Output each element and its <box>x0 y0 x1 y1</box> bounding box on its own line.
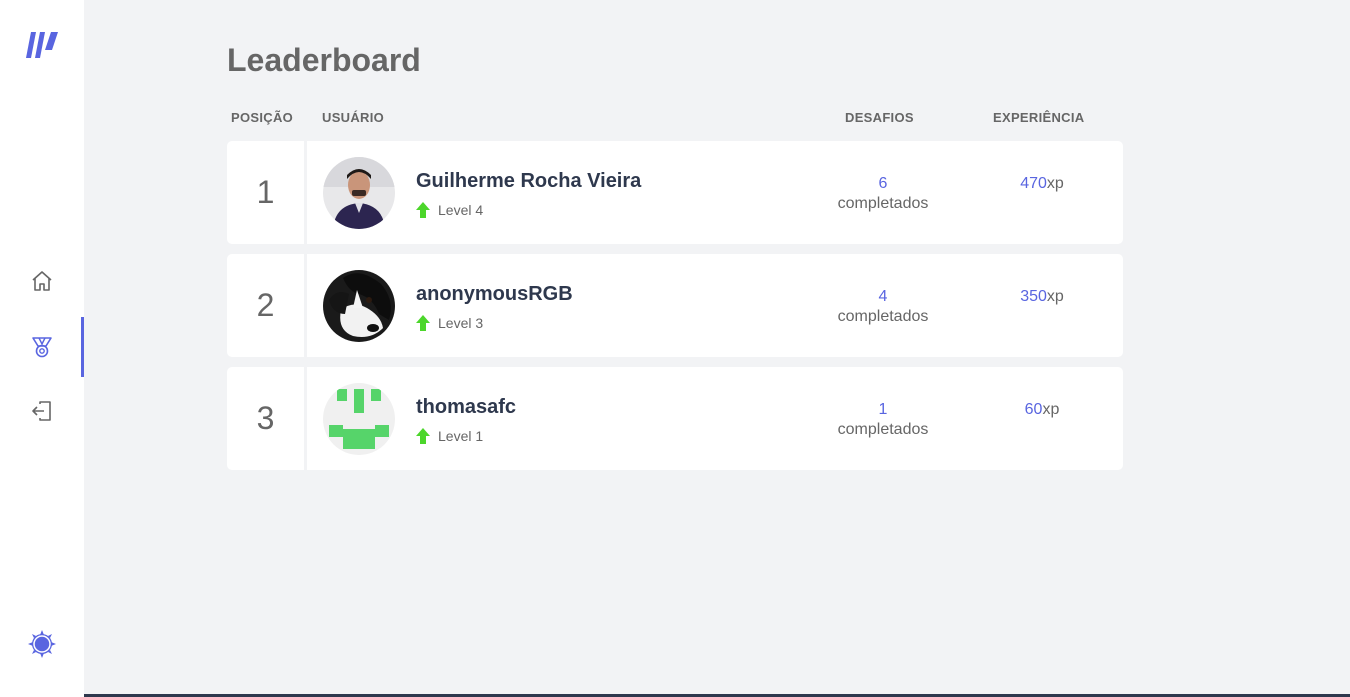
page-title: Leaderboard <box>227 42 421 78</box>
theme-toggle-icon <box>28 630 56 658</box>
experience-cell: 350xp <box>967 287 1117 307</box>
challenges-suffix: completados <box>837 195 929 212</box>
challenges-suffix: completados <box>837 421 929 438</box>
xp-suffix: xp <box>1042 401 1060 418</box>
row-position: 3 <box>227 367 304 470</box>
user-level: Level 1 <box>416 428 483 444</box>
theme-toggle[interactable] <box>27 629 57 659</box>
challenges-suffix: completados <box>837 308 929 325</box>
sidebar-item-logout[interactable] <box>0 381 84 441</box>
table-header: POSIÇÃO USUÁRIO DESAFIOS EXPERIÊNCIA <box>227 110 1123 126</box>
level-label: Level 3 <box>438 315 484 331</box>
xp-value: 350 <box>1020 288 1047 305</box>
challenges-cell: 6 completados <box>808 174 958 214</box>
user-name: anonymousRGB <box>416 283 573 305</box>
logo <box>25 30 59 60</box>
challenges-cell: 4 completados <box>808 287 958 327</box>
sidebar-item-home[interactable] <box>0 251 84 311</box>
table-row: 3 thomasafc Level 1 1 completados 60xp <box>227 367 1123 470</box>
challenges-cell: 1 completados <box>808 400 958 440</box>
xp-value: 470 <box>1020 175 1047 192</box>
xp-suffix: xp <box>1046 175 1064 192</box>
level-up-icon <box>416 428 430 444</box>
user-level: Level 3 <box>416 315 483 331</box>
xp-suffix: xp <box>1046 288 1064 305</box>
experience-cell: 60xp <box>967 400 1117 420</box>
avatar <box>323 270 395 342</box>
challenges-count: 4 <box>878 288 888 305</box>
level-up-icon <box>416 202 430 218</box>
challenges-count: 6 <box>878 175 888 192</box>
row-body: Guilherme Rocha Vieira Level 4 6 complet… <box>307 141 1123 244</box>
sidebar <box>0 0 84 697</box>
table-row: 2 anonymousRGB Level 3 4 completados 350… <box>227 254 1123 357</box>
row-position: 2 <box>227 254 304 357</box>
experience-cell: 470xp <box>967 174 1117 194</box>
header-experience: EXPERIÊNCIA <box>993 110 1085 125</box>
level-label: Level 4 <box>438 202 484 218</box>
sidebar-item-leaderboard[interactable] <box>0 317 84 377</box>
user-name: thomasafc <box>416 396 517 418</box>
challenges-count: 1 <box>878 401 888 418</box>
user-name: Guilherme Rocha Vieira <box>416 170 642 192</box>
user-level: Level 4 <box>416 202 483 218</box>
avatar <box>323 383 395 455</box>
medal-icon <box>32 337 52 358</box>
header-user: USUÁRIO <box>322 110 385 125</box>
xp-value: 60 <box>1024 401 1043 418</box>
active-indicator <box>81 317 84 377</box>
level-up-icon <box>416 315 430 331</box>
table-row: 1 Guilherme Rocha Vieira Level 4 6 compl… <box>227 141 1123 244</box>
row-body: anonymousRGB Level 3 4 completados 350xp <box>307 254 1123 357</box>
header-position: POSIÇÃO <box>231 110 294 125</box>
row-body: thomasafc Level 1 1 completados 60xp <box>307 367 1123 470</box>
home-icon <box>32 271 52 291</box>
logout-icon <box>32 401 51 421</box>
row-position: 1 <box>227 141 304 244</box>
header-challenges: DESAFIOS <box>845 110 914 125</box>
avatar <box>323 157 395 229</box>
level-label: Level 1 <box>438 428 484 444</box>
